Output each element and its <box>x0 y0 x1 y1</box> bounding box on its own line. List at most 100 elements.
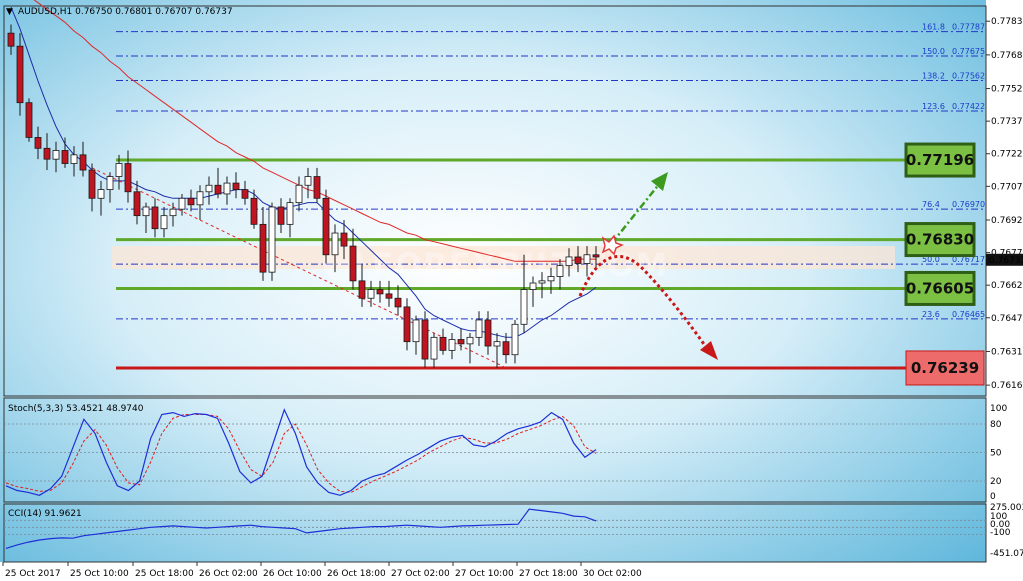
candle-body-bull <box>556 265 564 277</box>
stoch-level-label: 80 <box>990 420 1002 430</box>
cci-level-label: -100 <box>990 528 1011 538</box>
candle-body-bull <box>538 280 546 284</box>
chart-background <box>0 0 1023 581</box>
candle-body-bear <box>241 189 249 199</box>
fib-ratio-label: 138.2 <box>922 72 945 81</box>
main-chart-title: AUDUSD,H1 0.76750 0.76801 0.76707 0.7673… <box>18 7 233 17</box>
candle-body-bull <box>304 176 312 186</box>
candle-body-bear <box>214 184 222 195</box>
candle-body-bear <box>43 147 51 160</box>
collapse-triangle-icon[interactable]: ▼ <box>6 7 13 17</box>
candle-body-bull <box>493 341 501 347</box>
fib-price-label: 0.76465 <box>952 310 985 319</box>
candle-body-bull <box>475 319 483 338</box>
candle-body-bear <box>232 182 240 190</box>
candle-body-bull <box>412 319 420 343</box>
candle-body-bear <box>358 280 366 299</box>
candle-body-bear <box>322 197 330 256</box>
cci-level-label: -451.07 <box>990 549 1023 559</box>
time-tick-label: 27 Oct 10:00 <box>455 569 514 579</box>
candle-body-bull <box>70 154 78 164</box>
candle-body-bull <box>430 336 438 360</box>
time-tick-label: 27 Oct 02:00 <box>391 569 450 579</box>
time-tick-label: 26 Oct 18:00 <box>327 569 386 579</box>
candle-body-bull <box>466 336 474 345</box>
candle <box>421 311 429 368</box>
candle-body-bear <box>151 206 159 230</box>
level-box-value: 0.76239 <box>911 359 979 377</box>
level-box: 0.76239 <box>905 350 985 386</box>
candle-body-bull <box>223 182 231 195</box>
level-box: 0.76605 <box>904 270 976 306</box>
candle-body-bear <box>187 197 195 206</box>
candle-body-bull <box>97 189 105 199</box>
candle-body-bear <box>34 137 42 149</box>
candle-body-bull <box>115 163 123 177</box>
candle-body-bear <box>421 319 429 360</box>
level-box-value: 0.76605 <box>906 279 974 297</box>
price-tick-label: 0.77835 <box>991 17 1023 27</box>
fib-ratio-label: 76.4 <box>922 200 940 209</box>
candle <box>25 98 33 142</box>
candle-body-bear <box>592 254 600 258</box>
candle-body-bull <box>583 254 591 264</box>
candle-body-bear <box>250 197 258 225</box>
candle-body-bull <box>169 208 177 217</box>
stoch-title: Stoch(5,3,3) 53.4521 48.9740 <box>8 404 144 414</box>
time-tick-label: 25 Oct 18:00 <box>135 569 194 579</box>
price-tick-label: 0.76470 <box>991 314 1023 324</box>
stoch-level-label: 100 <box>990 404 1007 414</box>
stoch-level-label: 0 <box>990 492 996 502</box>
candle-body-bull <box>565 256 573 267</box>
candle-body-bull <box>547 276 555 282</box>
candle-body-bull <box>448 339 456 351</box>
candle-body-bull <box>196 191 204 206</box>
time-tick-label: 26 Oct 02:00 <box>199 569 258 579</box>
time-tick-label: 27 Oct 18:00 <box>519 569 578 579</box>
candle <box>322 189 330 264</box>
candle-body-bear <box>16 45 24 104</box>
candle-body-bear <box>484 319 492 347</box>
candle-body-bear <box>313 176 321 199</box>
candle-body-bull <box>367 289 375 299</box>
candle-body-bear <box>502 341 510 356</box>
candle-body-bull <box>295 184 303 204</box>
time-tick-label: 30 Oct 02:00 <box>583 569 642 579</box>
time-tick-label: 25 Oct 10:00 <box>70 569 129 579</box>
current-price-label: 0.76737 <box>989 256 1023 266</box>
time-tick-label: 25 Oct 2017 <box>5 569 61 579</box>
fib-ratio-label: 123.6 <box>922 102 945 111</box>
watermark-text: FOREXBILT.COM <box>372 246 668 284</box>
price-tick-label: 0.77680 <box>991 51 1023 61</box>
candle-body-bull <box>331 232 339 256</box>
price-tick-label: 0.76620 <box>991 281 1023 291</box>
candle-body-bear <box>259 223 267 273</box>
candle-body-bear <box>403 306 411 343</box>
candle-body-bear <box>277 206 285 225</box>
fib-ratio-label: 23.6 <box>922 310 940 319</box>
price-tick-label: 0.76160 <box>991 381 1023 391</box>
stoch-level-label: 20 <box>990 477 1002 487</box>
candle-body-bear <box>7 32 15 47</box>
level-box: 0.77196 <box>904 142 976 178</box>
fib-price-label: 0.77562 <box>952 72 985 81</box>
fib-price-label: 0.77422 <box>952 102 985 111</box>
candle-body-bull <box>142 206 150 217</box>
price-tick-label: 0.76315 <box>991 347 1023 357</box>
fib-price-label: 0.77675 <box>952 47 985 56</box>
candle-body-bear <box>61 150 69 164</box>
candle-body-bull <box>286 202 294 225</box>
price-tick-label: 0.77075 <box>991 182 1023 192</box>
fib-ratio-label: 150.0 <box>922 47 945 56</box>
candle-body-bear <box>394 297 402 308</box>
candle-body-bear <box>574 256 582 264</box>
level-box-value: 0.77196 <box>906 151 974 169</box>
candle-body-bull <box>511 323 519 356</box>
time-tick-label: 26 Oct 10:00 <box>263 569 322 579</box>
candle <box>268 202 276 281</box>
candle-body-bull <box>52 150 60 160</box>
level-box-value: 0.76830 <box>906 231 974 249</box>
candle-body-bull <box>160 215 168 230</box>
candle-body-bear <box>340 232 348 247</box>
price-tick-label: 0.77525 <box>991 85 1023 95</box>
